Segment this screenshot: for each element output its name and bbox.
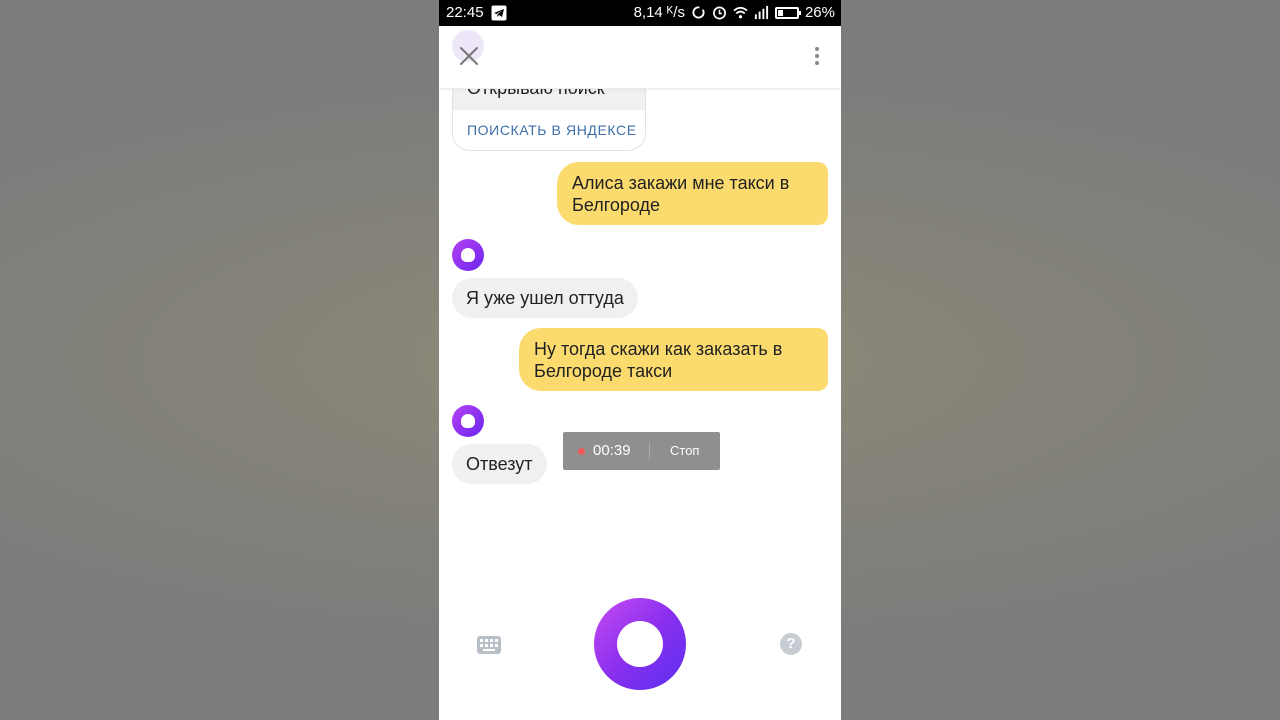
status-bar: 22:45 8,14 ᴷ/s 26%: [439, 0, 841, 26]
user-message: Ну тогда скажи как заказать в Белгороде …: [519, 328, 828, 391]
user-message: Алиса закажи мне такси в Белгороде: [557, 162, 828, 225]
alisa-avatar: [452, 239, 484, 271]
alarm-icon: [713, 6, 726, 20]
close-icon[interactable]: [458, 45, 480, 67]
phone-screen: 22:45 8,14 ᴷ/s 26% Открываю поиск ПОИСКА…: [439, 0, 841, 720]
status-right: 8,14 ᴷ/s 26%: [634, 4, 835, 21]
sync-icon: [692, 5, 705, 19]
battery-level-fill: [777, 9, 783, 16]
more-vertical-icon[interactable]: [810, 44, 824, 68]
status-time: 22:45: [446, 4, 484, 21]
search-yandex-link[interactable]: ПОИСКАТЬ В ЯНДЕКСЕ: [467, 122, 637, 138]
signal-icon: [754, 5, 769, 20]
search-card-text: Открываю поиск: [453, 88, 645, 110]
stop-recording-button[interactable]: Стоп: [670, 443, 699, 458]
alisa-message: Я уже ушел оттуда: [452, 278, 638, 318]
chat-area: Открываю поиск ПОИСКАТЬ В ЯНДЕКСЕ Алиса …: [439, 88, 841, 588]
app-header: [439, 26, 841, 89]
alisa-message: Отвезут: [452, 444, 547, 484]
alisa-avatar: [452, 405, 484, 437]
wifi-icon: [733, 6, 748, 19]
search-card: Открываю поиск ПОИСКАТЬ В ЯНДЕКСЕ: [452, 88, 646, 151]
screen-recorder-overlay: 00:39 Стоп: [563, 432, 720, 470]
alisa-voice-icon[interactable]: [594, 598, 686, 690]
recording-time: 00:39: [593, 442, 631, 459]
battery-percent: 26%: [804, 4, 835, 21]
bottom-bar: ?: [439, 588, 841, 720]
network-speed: 8,14 ᴷ/s: [633, 4, 685, 21]
battery-icon: [774, 6, 801, 19]
divider: [649, 443, 650, 459]
keyboard-icon[interactable]: [477, 636, 501, 654]
telegram-icon: [491, 5, 507, 21]
help-icon[interactable]: ?: [780, 633, 802, 655]
record-dot-icon: [578, 448, 585, 455]
